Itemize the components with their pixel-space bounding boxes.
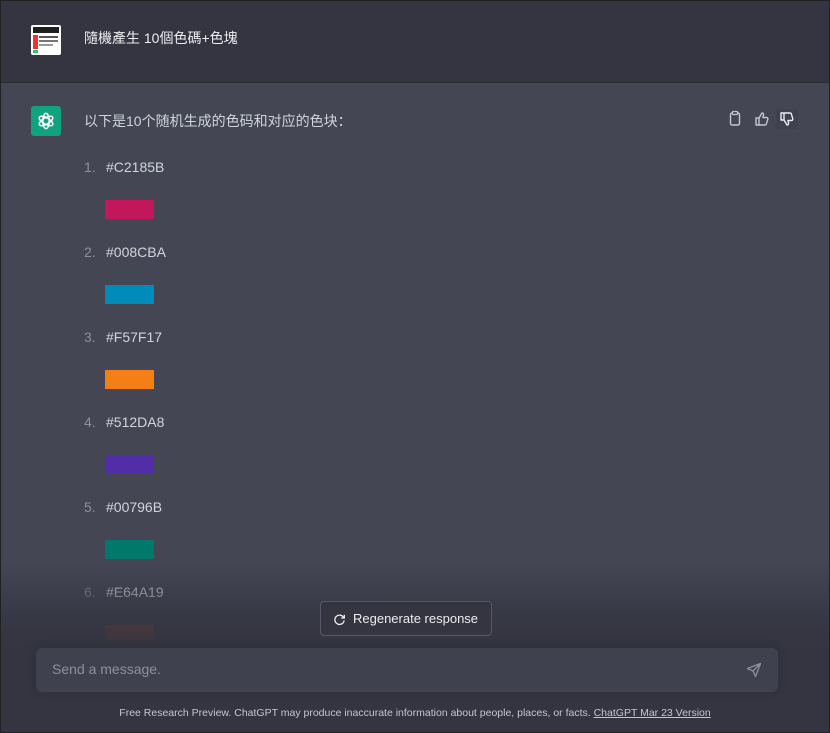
color-swatch <box>105 285 154 304</box>
color-code: #00796B <box>106 499 163 515</box>
list-number: 2. <box>84 244 96 260</box>
thumbs-down-icon[interactable] <box>776 109 798 129</box>
footer-text: Free Research Preview. ChatGPT may produ… <box>119 707 591 719</box>
list-item: 5. #00796B <box>84 497 162 517</box>
message-input[interactable]: Send a message. <box>36 648 778 692</box>
chat-window: 隨機產生 10個色碼+色塊 以下是10个随机生成的色码和对应的色块： 1. #C… <box>0 0 830 733</box>
refresh-icon <box>333 613 346 631</box>
list-item: 2. #008CBA <box>84 242 166 262</box>
list-item: 3. #F57F17 <box>84 327 162 347</box>
regenerate-label: Regenerate response <box>353 611 479 626</box>
color-code: #008CBA <box>106 244 166 260</box>
color-swatch <box>105 200 154 219</box>
message-input-placeholder: Send a message. <box>52 661 161 677</box>
list-number: 1. <box>84 159 96 175</box>
list-number: 3. <box>84 329 96 345</box>
user-avatar <box>31 25 61 55</box>
assistant-intro: 以下是10个随机生成的色码和对应的色块： <box>84 113 352 129</box>
color-code: #512DA8 <box>106 414 165 430</box>
message-actions <box>725 109 805 131</box>
color-code: #C2185B <box>106 159 165 175</box>
version-link[interactable]: ChatGPT Mar 23 Version <box>594 707 711 719</box>
list-number: 4. <box>84 414 96 430</box>
list-item: 4. #512DA8 <box>84 412 164 432</box>
color-swatch <box>105 455 154 474</box>
list-item: 1. #C2185B <box>84 157 164 177</box>
regenerate-button[interactable]: Regenerate response <box>320 601 492 636</box>
chatgpt-logo-icon <box>31 106 61 136</box>
color-swatch <box>105 540 154 559</box>
thumbs-up-icon[interactable] <box>752 109 772 129</box>
color-swatch <box>105 370 154 389</box>
user-message-text: 隨機產生 10個色碼+色塊 <box>84 30 238 46</box>
send-icon[interactable] <box>746 662 762 683</box>
copy-icon[interactable] <box>725 109 745 129</box>
color-code: #F57F17 <box>106 329 163 345</box>
user-message-row: 隨機產生 10個色碼+色塊 <box>1 1 829 83</box>
list-number: 5. <box>84 499 96 515</box>
footer-disclaimer: Free Research Preview. ChatGPT may produ… <box>1 707 829 719</box>
